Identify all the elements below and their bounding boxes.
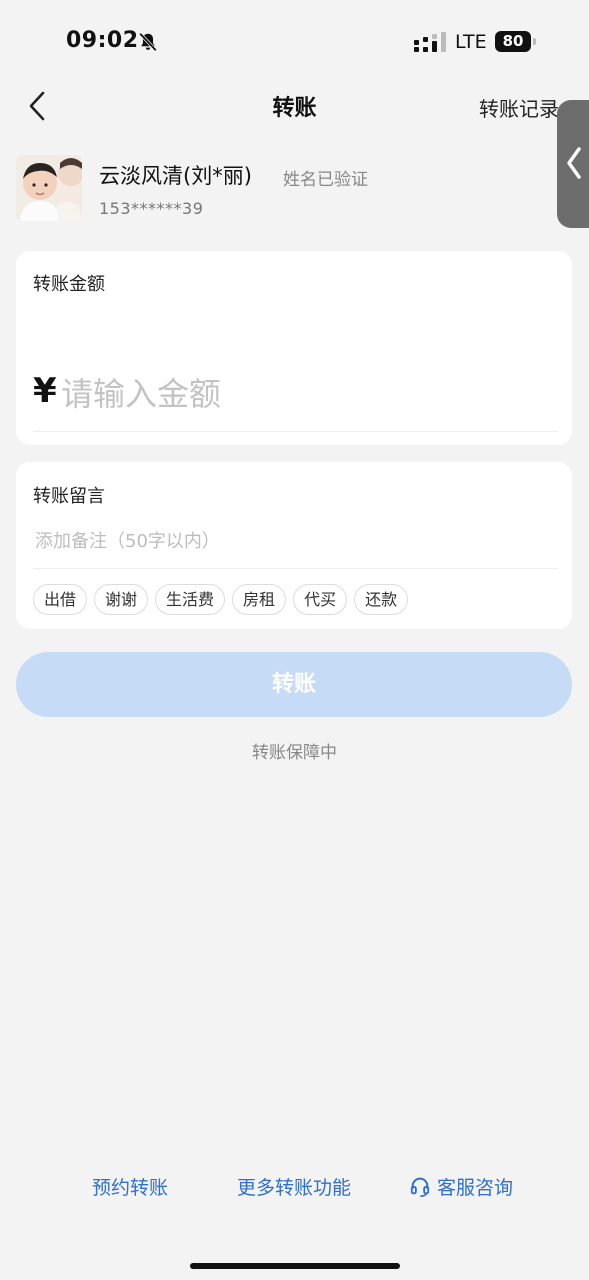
amount-input[interactable] xyxy=(59,369,549,419)
name-verified-badge: 姓名已验证 xyxy=(283,170,368,190)
battery-indicator: 80 xyxy=(495,31,531,52)
back-chevron-icon[interactable] xyxy=(24,88,54,124)
currency-symbol: ¥ xyxy=(33,371,57,411)
side-handle[interactable] xyxy=(557,100,589,228)
transfer-button[interactable]: 转账 xyxy=(16,652,572,717)
battery-tip xyxy=(533,38,536,45)
avatar xyxy=(16,155,82,221)
memo-chip-row: 出借 谢谢 生活费 房租 代买 还款 xyxy=(33,584,409,615)
memo-label: 转账留言 xyxy=(33,486,105,507)
more-transfer-features-link[interactable]: 更多转账功能 xyxy=(237,1173,351,1200)
scheduled-transfer-link[interactable]: 预约转账 xyxy=(92,1173,168,1200)
avatar-photo xyxy=(16,155,82,221)
amount-label: 转账金额 xyxy=(33,274,105,295)
payee-name: 云淡风清(刘*丽) xyxy=(99,164,252,188)
home-indicator xyxy=(190,1263,400,1269)
side-handle-chevron-icon xyxy=(567,147,581,179)
amount-card: 转账金额 ¥ xyxy=(16,251,572,445)
payee-phone: 153******39 xyxy=(99,199,204,218)
memo-chip-lend[interactable]: 出借 xyxy=(33,584,88,615)
customer-service-link[interactable]: 客服咨询 xyxy=(437,1173,513,1200)
memo-divider xyxy=(33,568,558,569)
memo-chip-repayment[interactable]: 还款 xyxy=(354,584,409,615)
signal-icon xyxy=(414,32,446,52)
status-bar: 09:02 LTE 80 xyxy=(0,0,589,80)
transfer-guarantee-text: 转账保障中 xyxy=(252,743,337,763)
memo-input[interactable] xyxy=(33,526,553,556)
amount-row: ¥ xyxy=(33,369,558,425)
transfer-history-link[interactable]: 转账记录 xyxy=(479,93,559,122)
memo-chip-purchase-on-behalf[interactable]: 代买 xyxy=(293,584,348,615)
bell-slash-icon xyxy=(139,32,157,52)
amount-divider xyxy=(33,431,558,432)
memo-chip-living-expenses[interactable]: 生活费 xyxy=(155,584,226,615)
status-time: 09:02 xyxy=(66,28,139,53)
memo-card: 转账留言 出借 谢谢 生活费 房租 代买 还款 xyxy=(16,462,572,629)
memo-chip-rent[interactable]: 房租 xyxy=(232,584,287,615)
headset-icon[interactable] xyxy=(409,1175,431,1197)
network-label: LTE xyxy=(455,31,487,53)
memo-chip-thanks[interactable]: 谢谢 xyxy=(94,584,149,615)
